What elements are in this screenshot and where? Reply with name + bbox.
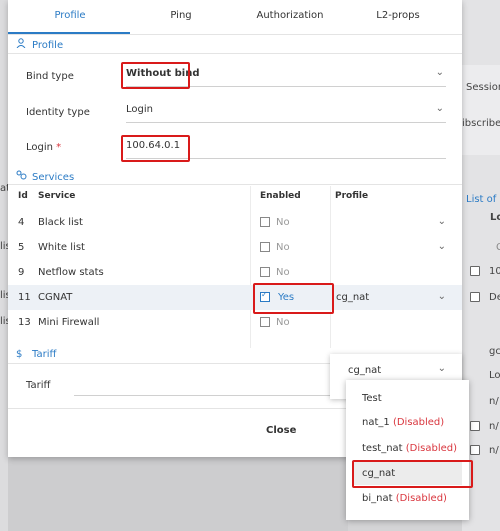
row-service: Black list — [38, 217, 83, 228]
dropdown-option[interactable]: bi_nat (Disabled) — [362, 493, 447, 504]
bg-cell: n/ — [489, 396, 499, 407]
column-header-service[interactable]: Service — [38, 191, 75, 201]
popover-pointer — [393, 335, 407, 342]
tab-l2-props[interactable]: L2-props — [370, 10, 426, 21]
highlight-box — [121, 135, 190, 162]
enabled-text: No — [276, 267, 290, 278]
tab-profile[interactable]: Profile — [48, 10, 92, 21]
profile-select-value: cg_nat — [348, 365, 382, 376]
table-row[interactable]: 9 Netflow stats No — [8, 260, 462, 285]
bg-session-label: Session — [466, 82, 500, 93]
required-mark: * — [56, 142, 62, 153]
identity-type-label: Identity type — [26, 107, 90, 118]
highlight-box — [121, 62, 190, 89]
enabled-text: No — [276, 317, 290, 328]
active-tab-indicator — [8, 32, 130, 34]
bg-left-panel — [0, 0, 8, 531]
enabled-checkbox[interactable] — [260, 317, 270, 327]
bg-checkbox-icon[interactable] — [470, 445, 480, 455]
profile-section-header: Profile — [16, 38, 63, 51]
bg-checkbox-icon[interactable] — [470, 266, 480, 276]
column-header-profile[interactable]: Profile — [335, 191, 368, 201]
enabled-checkbox[interactable] — [260, 242, 270, 252]
chevron-down-icon: ⌄ — [435, 103, 444, 114]
bind-type-label: Bind type — [26, 71, 74, 82]
chevron-down-icon[interactable]: ⌄ — [438, 291, 446, 302]
column-header-id[interactable]: Id — [18, 191, 28, 201]
tariff-heading: Tariff — [32, 349, 57, 360]
column-header-enabled[interactable]: Enabled — [260, 191, 301, 201]
enabled-text: No — [276, 217, 290, 228]
bg-right-header — [462, 65, 500, 155]
profile-heading: Profile — [32, 40, 64, 51]
bg-bottom-panel — [8, 457, 348, 531]
disabled-tag: (Disabled) — [392, 417, 445, 428]
tab-authorization[interactable]: Authorization — [254, 10, 326, 21]
bg-subscribers-label: ibscribers — [462, 118, 500, 129]
chevron-down-icon: ⌄ — [437, 363, 446, 374]
identity-type-select[interactable]: Login ⌄ — [126, 100, 446, 123]
disabled-tag: (Disabled) — [395, 493, 447, 504]
table-row[interactable]: 5 White list No ⌄ — [8, 235, 462, 260]
dropdown-option[interactable]: nat_1 (Disabled) — [362, 417, 444, 428]
bg-list-label: List of s — [466, 194, 500, 205]
dropdown-option[interactable]: test_nat (Disabled) — [362, 443, 457, 454]
bg-cell: gc — [489, 346, 500, 357]
row-id: 13 — [18, 317, 31, 328]
highlight-box — [352, 460, 473, 488]
tariff-label: Tariff — [26, 380, 51, 391]
row-profile: cg_nat — [336, 292, 370, 303]
tab-ping[interactable]: Ping — [156, 10, 206, 21]
identity-type-value: Login — [126, 104, 153, 115]
disabled-tag: (Disabled) — [405, 443, 458, 454]
row-service: CGNAT — [38, 292, 73, 303]
services-heading: Services — [32, 172, 75, 183]
row-service: Mini Firewall — [38, 317, 100, 328]
tab-bar: Profile Ping Authorization L2-props — [8, 0, 462, 35]
close-button[interactable]: Close — [266, 425, 296, 436]
user-icon — [16, 38, 28, 51]
bg-cell: 10 — [489, 266, 500, 277]
bg-checkbox-icon[interactable] — [470, 292, 480, 302]
dropdown-option[interactable]: Test — [362, 393, 382, 404]
enabled-checkbox[interactable] — [260, 267, 270, 277]
chevron-down-icon[interactable]: ⌄ — [438, 241, 446, 252]
services-section-header: Services — [16, 170, 74, 183]
tariff-select[interactable] — [74, 373, 334, 396]
row-id: 11 — [18, 292, 31, 303]
bg-cell: n/ — [489, 421, 499, 432]
table-row[interactable]: 4 Black list No ⌄ — [8, 210, 462, 235]
enabled-checkbox[interactable] — [260, 217, 270, 227]
row-service: White list — [38, 242, 85, 253]
row-service: Netflow stats — [38, 267, 104, 278]
row-id: 5 — [18, 242, 25, 253]
bg-cell: n/ — [489, 445, 499, 456]
bg-column-label: Lo — [490, 212, 500, 223]
bg-column-filter: C — [496, 242, 500, 253]
services-icon — [16, 170, 28, 183]
row-id: 4 — [18, 217, 25, 228]
bg-cell: De — [489, 292, 500, 303]
row-id: 9 — [18, 267, 25, 278]
bg-cell: Lo — [489, 370, 500, 381]
table-row-selected[interactable]: 11 CGNAT Yes cg_nat ⌄ — [8, 285, 462, 310]
chevron-down-icon: ⌄ — [435, 67, 444, 78]
table-row[interactable]: 13 Mini Firewall No — [8, 310, 462, 335]
profile-dropdown-list: Test nat_1 (Disabled) test_nat (Disabled… — [346, 380, 469, 520]
enabled-text: No — [276, 242, 290, 253]
section-divider — [8, 53, 462, 54]
section-divider — [8, 184, 462, 185]
bg-checkbox-icon[interactable] — [470, 421, 480, 431]
dollar-icon: $ — [16, 349, 23, 360]
login-label: Login * — [26, 142, 62, 153]
tariff-section-header: $ Tariff — [16, 349, 56, 360]
chevron-down-icon[interactable]: ⌄ — [438, 216, 446, 227]
